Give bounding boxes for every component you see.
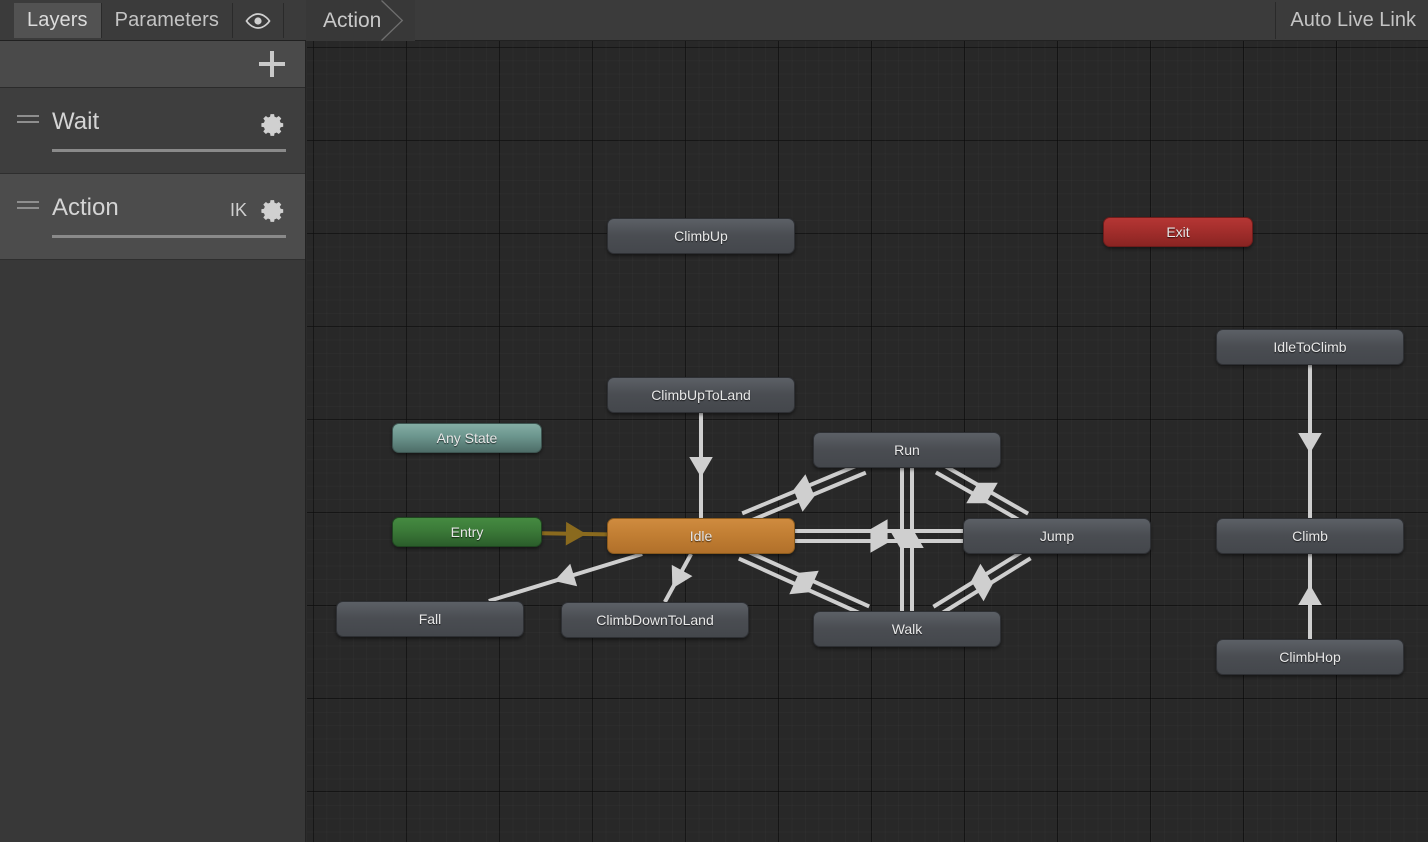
state-node-exit[interactable]: Exit (1103, 217, 1253, 247)
state-node-climbhop[interactable]: ClimbHop (1216, 639, 1404, 675)
transition-arrow[interactable] (1298, 432, 1322, 454)
state-node-idle[interactable]: Idle (607, 518, 795, 554)
state-node-label: Fall (418, 611, 442, 627)
chevron-right-icon (381, 0, 404, 41)
transition-arrow[interactable] (671, 564, 693, 589)
transition-arrow[interactable] (565, 521, 587, 546)
state-node-label: Idle (689, 528, 713, 544)
breadcrumb[interactable]: Action (306, 0, 416, 41)
transition-line[interactable] (939, 461, 1030, 516)
state-node-label: Walk (891, 621, 923, 637)
state-node-label: Climb (1292, 528, 1328, 544)
transition-line[interactable] (937, 556, 1032, 617)
transition-arrow[interactable] (974, 482, 998, 504)
tab-layers[interactable]: Layers (14, 3, 102, 38)
state-node-label: Any State (436, 430, 498, 446)
transition-line[interactable] (741, 461, 863, 516)
gear-icon[interactable] (260, 112, 286, 138)
transition-arrow[interactable] (900, 527, 924, 549)
tab-parameters-label: Parameters (114, 9, 220, 31)
state-node-idletoclimb[interactable]: IdleToClimb (1216, 329, 1404, 365)
transition-arrow[interactable] (870, 529, 891, 553)
transition-arrow[interactable] (971, 580, 995, 602)
transition-line[interactable] (488, 552, 643, 603)
transition-arrow[interactable] (689, 456, 713, 478)
tab-parameters[interactable]: Parameters (101, 3, 234, 38)
state-node-walk[interactable]: Walk (813, 611, 1001, 647)
state-node-label: ClimbHop (1279, 649, 1341, 665)
grip-icon[interactable] (17, 115, 39, 126)
tab-layers-label: Layers (27, 9, 88, 31)
auto-live-link-button[interactable]: Auto Live Link (1275, 2, 1428, 39)
state-node-anystate[interactable]: Any State (392, 423, 542, 453)
state-node-climb[interactable]: Climb (1216, 518, 1404, 554)
layer-weight-bar[interactable] (52, 235, 286, 238)
animator-toolbar: Layers Parameters Action Auto Live Link (0, 0, 1428, 41)
layer-item-wait[interactable]: Wait (0, 88, 305, 174)
eye-icon (245, 12, 271, 29)
transition-line[interactable] (663, 553, 693, 603)
layer-item-action[interactable]: Action IK (0, 174, 305, 260)
state-node-jump[interactable]: Jump (963, 518, 1151, 554)
transition-arrow[interactable] (867, 519, 888, 543)
transition-arrow[interactable] (795, 570, 819, 593)
toolbar-tab-group: Layers Parameters (14, 3, 285, 38)
layers-header (0, 41, 305, 88)
state-node-label: ClimbDownToLand (596, 612, 714, 628)
transition-arrow[interactable] (966, 482, 990, 504)
transition-line[interactable] (737, 556, 866, 618)
layers-sidebar: Wait Action IK (0, 41, 306, 842)
eye-toggle-button[interactable] (233, 3, 285, 38)
transition-arrow[interactable] (890, 530, 914, 552)
state-node-label: ClimbUpToLand (651, 387, 751, 403)
state-node-label: Entry (450, 524, 484, 540)
ik-label[interactable]: IK (230, 200, 247, 221)
layer-item-wait-label: Wait (52, 108, 100, 135)
state-node-run[interactable]: Run (813, 432, 1001, 468)
transition-line[interactable] (934, 470, 1025, 525)
state-node-entry[interactable]: Entry (392, 517, 542, 547)
gear-icon[interactable] (260, 198, 286, 224)
transition-line[interactable] (742, 547, 871, 609)
state-node-label: Run (894, 442, 920, 458)
state-node-label: IdleToClimb (1273, 339, 1347, 355)
transition-arrow[interactable] (1298, 584, 1322, 606)
transition-arrow[interactable] (793, 490, 817, 512)
state-node-label: Jump (1039, 528, 1075, 544)
state-node-label: ClimbUp (674, 228, 728, 244)
grip-icon[interactable] (17, 201, 39, 212)
state-node-climbuptoland[interactable]: ClimbUpToLand (607, 377, 795, 413)
layer-item-action-label: Action (52, 194, 119, 221)
transition-arrow[interactable] (969, 563, 993, 585)
state-node-climbup[interactable]: ClimbUp (607, 218, 795, 254)
transition-line[interactable] (745, 470, 867, 525)
plus-icon[interactable] (259, 51, 285, 77)
state-node-fall[interactable]: Fall (336, 601, 524, 637)
transition-line[interactable] (541, 531, 608, 537)
animator-window: Layers Parameters Action Auto Live Link (0, 0, 1428, 842)
auto-live-link-label: Auto Live Link (1290, 9, 1416, 31)
transition-line[interactable] (932, 548, 1027, 609)
state-node-label: Exit (1166, 224, 1190, 240)
transition-arrow[interactable] (554, 563, 578, 587)
state-node-climbdowntoland[interactable]: ClimbDownToLand (561, 602, 749, 638)
breadcrumb-label: Action (323, 8, 382, 32)
animator-state-graph[interactable]: ClimbUp Exit IdleToClimb ClimbUpToLand Any S… (307, 41, 1428, 842)
transition-arrow[interactable] (789, 572, 813, 595)
transition-arrow[interactable] (791, 474, 815, 496)
layer-weight-bar[interactable] (52, 149, 286, 152)
